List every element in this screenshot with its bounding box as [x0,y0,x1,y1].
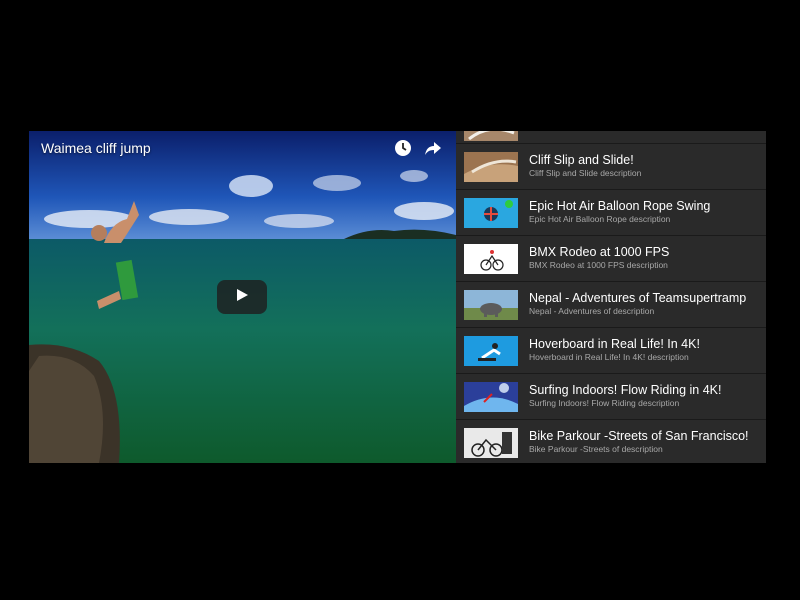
item-title: Cliff Slip and Slide! [529,153,634,167]
item-description: Epic Hot Air Balloon Rope description [529,214,671,224]
item-title: Nepal - Adventures of Teamsupertramp [529,291,747,305]
item-description: Bike Parkour -Streets of description [529,444,663,454]
video-thumbnail [464,335,518,366]
play-button[interactable] [217,280,267,314]
video-thumbnail [464,131,518,141]
video-player: Waimea cliff jump Cliff Slip and Slide! … [29,131,766,463]
play-icon [235,288,249,307]
list-item[interactable] [456,131,766,144]
video-thumbnail [464,151,518,182]
item-title: BMX Rodeo at 1000 FPS [529,245,670,259]
video-thumbnail [464,427,518,458]
list-item[interactable]: BMX Rodeo at 1000 FPS BMX Rodeo at 1000 … [456,236,766,282]
video-title: Waimea cliff jump [41,140,151,156]
item-description: Nepal - Adventures of description [529,306,655,316]
item-description: Hoverboard in Real Life! In 4K! descript… [529,352,689,362]
list-item[interactable]: Hoverboard in Real Life! In 4K! Hoverboa… [456,328,766,374]
video-thumbnail [464,243,518,274]
list-item[interactable]: Epic Hot Air Balloon Rope Swing Epic Hot… [456,190,766,236]
item-title: Hoverboard in Real Life! In 4K! [529,337,700,351]
item-title: Epic Hot Air Balloon Rope Swing [529,199,711,213]
video-area[interactable]: Waimea cliff jump [29,131,456,463]
list-item[interactable]: Cliff Slip and Slide! Cliff Slip and Sli… [456,144,766,190]
item-description: Surfing Indoors! Flow Riding description [529,398,680,408]
item-description: BMX Rodeo at 1000 FPS description [529,260,668,270]
list-item[interactable]: Nepal - Adventures of Teamsupertramp Nep… [456,282,766,328]
share-icon[interactable] [424,139,442,157]
playlist: Cliff Slip and Slide! Cliff Slip and Sli… [456,131,766,463]
list-item[interactable]: Bike Parkour -Streets of San Francisco! … [456,420,766,463]
item-title: Bike Parkour -Streets of San Francisco! [529,429,749,443]
video-thumbnail [464,289,518,320]
item-title: Surfing Indoors! Flow Riding in 4K! [529,383,722,397]
list-item[interactable]: Surfing Indoors! Flow Riding in 4K! Surf… [456,374,766,420]
video-thumbnail [464,197,518,228]
video-thumbnail [464,381,518,412]
clock-icon[interactable] [394,139,412,157]
item-description: Cliff Slip and Slide description [529,168,642,178]
